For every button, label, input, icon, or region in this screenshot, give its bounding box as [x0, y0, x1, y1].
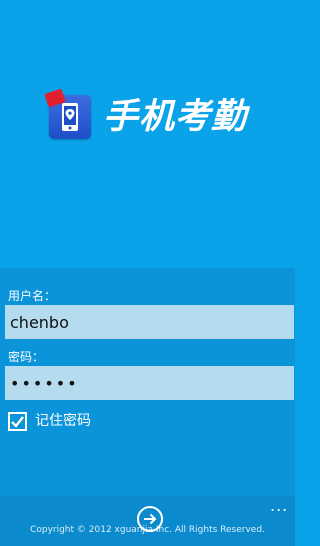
app-title: 手机考勤 [103, 97, 248, 137]
remember-password-label: 记住密码 [35, 413, 91, 429]
remember-password-checkbox[interactable] [8, 411, 27, 431]
checkmark-icon [11, 415, 24, 428]
password-input[interactable] [5, 366, 294, 400]
copyright-text: Copyright © 2012 xguanjia Inc. All Right… [30, 525, 265, 535]
remember-password-row[interactable]: 记住密码 [8, 411, 91, 431]
ellipsis-icon[interactable]: ... [270, 498, 288, 514]
password-label: 密码： [8, 350, 45, 364]
phone-location-icon [44, 88, 91, 139]
username-label: 用户名： [8, 289, 57, 303]
app-logo: 手机考勤 [44, 88, 248, 139]
username-input[interactable] [5, 305, 294, 339]
